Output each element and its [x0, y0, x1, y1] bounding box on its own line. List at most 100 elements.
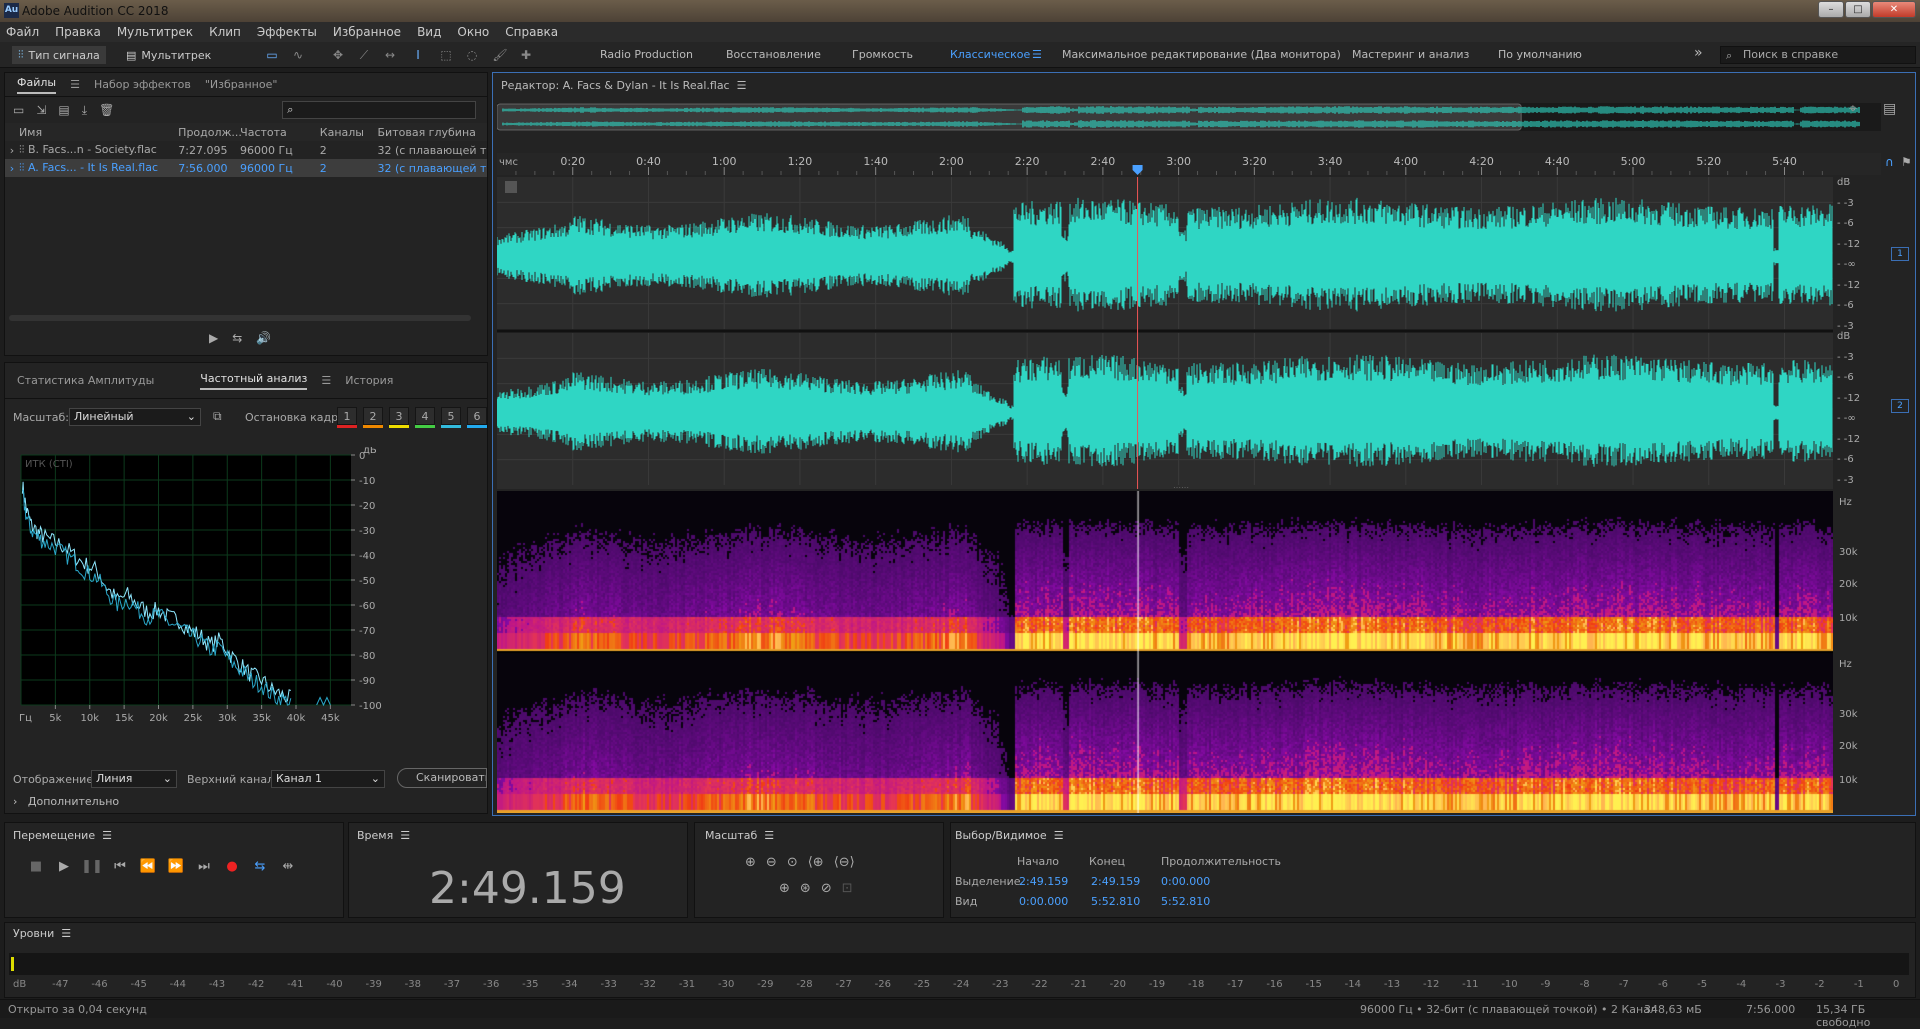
- open-file-icon[interactable]: ▭: [13, 103, 24, 117]
- selection-start[interactable]: 2:49.159: [1019, 875, 1068, 888]
- brush-tool-icon[interactable]: 🖌: [492, 47, 508, 63]
- play-icon[interactable]: ▶: [53, 857, 75, 877]
- files-filter-input[interactable]: ⌕: [282, 101, 477, 119]
- waveform-display[interactable]: [497, 177, 1833, 489]
- spot-healing-tool-icon[interactable]: ✚: [518, 47, 534, 63]
- marquee-tool-icon[interactable]: ⬚: [438, 47, 454, 63]
- zoom-out-full-icon[interactable]: ⊘: [821, 881, 832, 896]
- snap-icon[interactable]: ∩: [1885, 155, 1894, 169]
- file-row[interactable]: › ⫶⫶ B. Facs...n - Society.flac 7:27.095…: [5, 141, 487, 159]
- zoom-out-time-icon[interactable]: ⟨⊖⟩: [834, 855, 855, 870]
- more-workspaces-icon[interactable]: »: [1694, 45, 1703, 61]
- maximize-button[interactable]: □: [1845, 1, 1871, 18]
- waveform-view-icon[interactable]: ▭: [264, 47, 280, 63]
- zoom-out-amplitude-icon[interactable]: ⊖: [766, 855, 777, 870]
- view-start[interactable]: 0:00.000: [1019, 895, 1068, 908]
- menu-file[interactable]: Файл: [6, 25, 39, 39]
- zoom-in-time-icon[interactable]: ⟨⊕: [808, 855, 824, 870]
- menu-view[interactable]: Вид: [417, 25, 441, 39]
- delete-file-icon[interactable]: 🗑: [99, 103, 114, 117]
- record-icon[interactable]: ●: [221, 857, 243, 877]
- freeze-button-6[interactable]: 6: [467, 407, 487, 428]
- workspace-max-edit[interactable]: Максимальное редактирование (Два монитор…: [1062, 48, 1341, 61]
- close-button[interactable]: ✕: [1872, 1, 1916, 18]
- import-file-icon[interactable]: ⇲: [36, 103, 46, 117]
- file-row[interactable]: › ⫶⫶ A. Facs... - It Is Real.flac 7:56.0…: [5, 159, 487, 177]
- freeze-button-4[interactable]: 4: [415, 407, 435, 428]
- zoom-reset-icon[interactable]: ⊙: [787, 855, 798, 870]
- move-tool-icon[interactable]: ✥: [330, 47, 346, 63]
- tab-frequency-analysis[interactable]: Частотный анализ: [200, 372, 308, 390]
- menu-multitrack[interactable]: Мультитрек: [117, 25, 193, 39]
- display-select[interactable]: Линия ⌄: [91, 770, 177, 788]
- col-channels[interactable]: Каналы: [320, 126, 378, 139]
- spectrogram-display[interactable]: [497, 491, 1833, 813]
- analysis-tab-menu-icon[interactable]: ☰: [321, 374, 331, 387]
- view-end[interactable]: 5:52.810: [1091, 895, 1140, 908]
- go-to-end-icon[interactable]: ⏭: [193, 857, 215, 877]
- transport-menu-icon[interactable]: ☰: [102, 829, 112, 842]
- help-search-input[interactable]: Поиск в справке: [1720, 46, 1916, 64]
- workspace-loudness[interactable]: Громкость: [852, 48, 913, 61]
- waveform-mode-button[interactable]: ⫶⫶ Тип сигнала: [12, 46, 106, 64]
- preview-volume-icon[interactable]: 🔊: [256, 331, 271, 345]
- col-rate[interactable]: Частота: [240, 126, 320, 139]
- rewind-icon[interactable]: ⏪: [137, 857, 159, 877]
- workspace-radio-production[interactable]: Radio Production: [600, 48, 693, 61]
- freeze-button-5[interactable]: 5: [441, 407, 461, 428]
- spectral-view-icon[interactable]: ∿: [290, 47, 306, 63]
- menu-favorites[interactable]: Избранное: [333, 25, 401, 39]
- freeze-button-1[interactable]: 1: [337, 407, 357, 428]
- new-file-icon[interactable]: ▤: [58, 103, 69, 117]
- preview-play-icon[interactable]: ▶: [209, 331, 218, 345]
- zoom-selection-icon[interactable]: ⊕: [779, 881, 790, 896]
- minimize-button[interactable]: –: [1818, 1, 1844, 18]
- zoom-full-icon[interactable]: ⊛: [800, 881, 811, 896]
- tab-history[interactable]: История: [345, 374, 393, 387]
- selection-menu-icon[interactable]: ☰: [1054, 829, 1064, 842]
- razor-tool-icon[interactable]: ⟋: [356, 47, 372, 63]
- menu-clip[interactable]: Клип: [209, 25, 241, 39]
- advanced-toggle[interactable]: › Дополнительно: [13, 795, 119, 808]
- time-menu-icon[interactable]: ☰: [400, 829, 410, 842]
- fast-forward-icon[interactable]: ⏩: [165, 857, 187, 877]
- overview-waveform[interactable]: [497, 103, 1881, 131]
- time-selection-tool-icon[interactable]: I: [410, 47, 426, 63]
- levels-menu-icon[interactable]: ☰: [61, 927, 71, 940]
- menu-help[interactable]: Справка: [505, 25, 558, 39]
- skip-selection-icon[interactable]: ⇹: [277, 857, 299, 877]
- menu-window[interactable]: Окно: [457, 25, 489, 39]
- tab-amplitude-stats[interactable]: Статистика Амплитуды: [17, 374, 154, 387]
- preview-loop-icon[interactable]: ⇆: [232, 331, 242, 345]
- menu-edit[interactable]: Правка: [55, 25, 101, 39]
- channel-1-badge[interactable]: 1: [1891, 247, 1909, 261]
- selection-duration[interactable]: 0:00.000: [1161, 875, 1210, 888]
- workspace-mastering[interactable]: Мастеринг и анализ: [1352, 48, 1469, 61]
- col-name[interactable]: Имя: [19, 126, 178, 139]
- channel-2-badge[interactable]: 2: [1891, 399, 1909, 413]
- scale-select[interactable]: Линейный ⌄: [69, 408, 201, 426]
- files-scrollbar[interactable]: [9, 315, 471, 321]
- tab-files[interactable]: Файлы: [17, 76, 57, 94]
- zoom-menu-icon[interactable]: ☰: [764, 829, 774, 842]
- menu-effects[interactable]: Эффекты: [257, 25, 317, 39]
- insert-multitrack-icon[interactable]: ⤓: [82, 103, 87, 118]
- frequency-chart[interactable]: ИТК (СТI)дБ0-10-20-30-40-50-60-70-80-90-…: [13, 447, 483, 747]
- freeze-button-2[interactable]: 2: [363, 407, 383, 428]
- freeze-button-3[interactable]: 3: [389, 407, 409, 428]
- workspace-menu-icon[interactable]: ☰: [1032, 48, 1042, 61]
- tab-effects-rack[interactable]: Набор эффектов: [94, 78, 191, 91]
- expand-icon[interactable]: ›: [5, 144, 19, 157]
- scan-button[interactable]: Сканировать: [397, 768, 487, 788]
- time-ruler[interactable]: чмс 0:20 0:40 1:00 1:20 1:40 2:00 2:20 2:40 3:00 3…: [497, 153, 1881, 175]
- col-duration[interactable]: Продолж...: [178, 126, 242, 139]
- marker-icon[interactable]: ⚑: [1901, 155, 1912, 169]
- tab-favorites[interactable]: "Избранное": [205, 78, 278, 91]
- panel-options-icon[interactable]: ▤: [1883, 101, 1896, 117]
- selection-end[interactable]: 2:49.159: [1091, 875, 1140, 888]
- col-depth[interactable]: Битовая глубина: [378, 126, 487, 139]
- view-duration[interactable]: 5:52.810: [1161, 895, 1210, 908]
- zoom-in-amplitude-icon[interactable]: ⊕: [745, 855, 756, 870]
- workspace-default[interactable]: По умолчанию: [1498, 48, 1582, 61]
- editor-menu-icon[interactable]: ☰: [737, 79, 747, 92]
